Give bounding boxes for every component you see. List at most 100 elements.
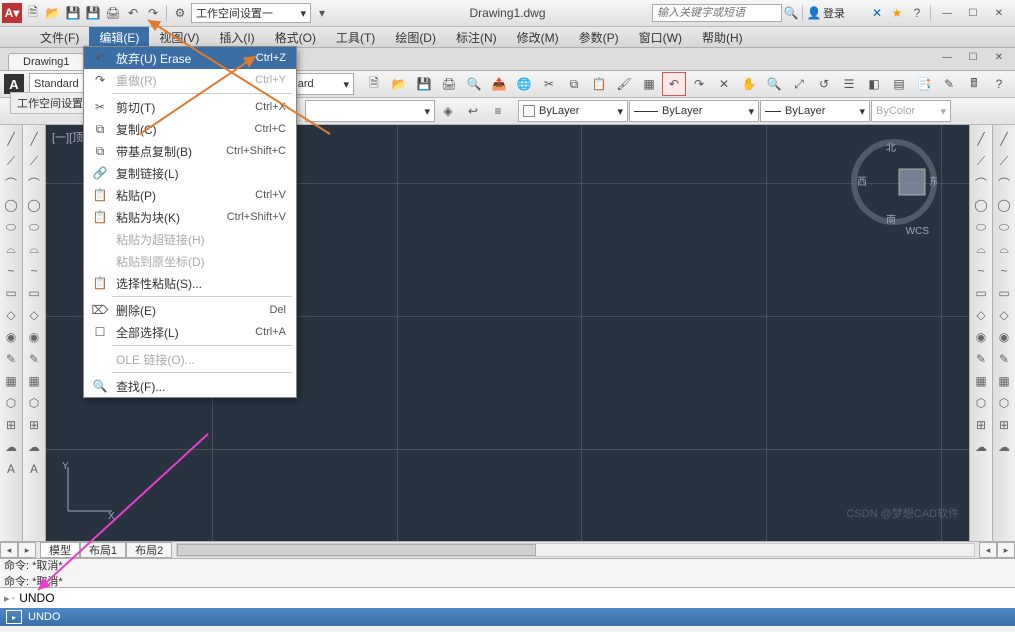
vtl-btn-0[interactable]: ╱ [1,129,21,149]
vtl2-btn-11[interactable]: ▦ [24,371,44,391]
menu-item-13[interactable]: ⌦删除(E)Del [84,299,296,321]
vtr2-btn-8[interactable]: ◇ [994,305,1014,325]
vtr-btn-1[interactable]: ⟋ [971,151,991,171]
vtl2-btn-6[interactable]: ~ [24,261,44,281]
minimize-button[interactable]: — [935,4,959,22]
workspace-gear-icon[interactable]: ⚙ [171,4,189,22]
favorite-icon[interactable]: ★ [888,4,906,22]
vtl2-btn-10[interactable]: ✎ [24,349,44,369]
vtr2-btn-4[interactable]: ⬭ [994,217,1014,237]
hscroll-track[interactable] [176,543,975,557]
redo-tb-icon[interactable]: ↷ [687,72,711,96]
sb-end-right-icon[interactable]: ▸ [997,542,1015,558]
maximize-button[interactable]: ☐ [961,4,985,22]
dc-tb-icon[interactable]: ◧ [862,72,886,96]
vtl-btn-2[interactable]: ⌒ [1,173,21,193]
vtl2-btn-8[interactable]: ◇ [24,305,44,325]
sb-left-icon[interactable]: ◂ [0,542,18,558]
vtr-btn-10[interactable]: ✎ [971,349,991,369]
mdi-min-icon[interactable]: — [935,48,959,66]
help-icon[interactable]: ? [908,4,926,22]
calc-tb-icon[interactable]: 🖩 [962,72,986,96]
plotstyle-combo[interactable]: ByColor▾ [871,100,951,122]
new-tb-icon[interactable]: 🗎 [362,72,386,96]
menu-0[interactable]: 文件(F) [30,27,89,47]
vtl-btn-7[interactable]: ▭ [1,283,21,303]
vtr2-btn-11[interactable]: ▦ [994,371,1014,391]
menu-item-11[interactable]: 📋选择性粘贴(S)... [84,272,296,294]
save-icon[interactable]: 💾 [64,4,82,22]
layout-tab-2[interactable]: 布局2 [126,542,172,558]
menu-3[interactable]: 插入(I) [209,27,264,47]
lineweight-combo[interactable]: ByLayer▾ [760,100,870,122]
vtr-btn-3[interactable]: ◯ [971,195,991,215]
vtr-btn-12[interactable]: ⬡ [971,393,991,413]
view-cube[interactable]: 北 南 西 东 WCS [851,139,937,225]
app-icon[interactable]: A▾ [2,3,22,23]
preview-tb-icon[interactable]: 🔍 [462,72,486,96]
qat-more-icon[interactable]: ▾ [313,4,331,22]
linetype-combo[interactable]: ByLayer▾ [629,100,759,122]
sb-right-icon[interactable]: ▸ [18,542,36,558]
vtr2-btn-12[interactable]: ⬡ [994,393,1014,413]
vtr-btn-5[interactable]: ⌓ [971,239,991,259]
zoomw-tb-icon[interactable]: ⤢ [787,72,811,96]
copy-tb-icon[interactable]: ⧉ [562,72,586,96]
vtl2-btn-7[interactable]: ▭ [24,283,44,303]
vtr2-btn-1[interactable]: ⟋ [994,151,1014,171]
sb-end-left-icon[interactable]: ◂ [979,542,997,558]
layout-tab-1[interactable]: 布局1 [80,542,126,558]
menu-6[interactable]: 绘图(D) [385,27,446,47]
publish-tb-icon[interactable]: 📤 [487,72,511,96]
undo-icon[interactable]: ↶ [124,4,142,22]
exchange-icon[interactable]: ✕ [868,4,886,22]
help-tb-icon[interactable]: ? [987,72,1011,96]
vtr2-btn-13[interactable]: ⊞ [994,415,1014,435]
vtr-btn-14[interactable]: ☁ [971,437,991,457]
menu-item-18[interactable]: 🔍查找(F)... [84,375,296,397]
saveas-icon[interactable]: 💾 [84,4,102,22]
vtl2-btn-3[interactable]: ◯ [24,195,44,215]
vtl2-btn-15[interactable]: A [24,459,44,479]
cut-tb-icon[interactable]: ✂ [537,72,561,96]
menu-item-14[interactable]: ☐全部选择(L)Ctrl+A [84,321,296,343]
menu-item-0[interactable]: ↶放弃(U) EraseCtrl+Z [84,47,296,69]
command-input[interactable] [15,590,1011,606]
vtr-btn-6[interactable]: ~ [971,261,991,281]
vtr-btn-0[interactable]: ╱ [971,129,991,149]
vtl-btn-6[interactable]: ~ [1,261,21,281]
vtl2-btn-14[interactable]: ☁ [24,437,44,457]
vtr2-btn-5[interactable]: ⌓ [994,239,1014,259]
mdi-max-icon[interactable]: ☐ [961,48,985,66]
zoomp-tb-icon[interactable]: ↺ [812,72,836,96]
vtr-btn-7[interactable]: ▭ [971,283,991,303]
vtl-btn-13[interactable]: ⊞ [1,415,21,435]
hscroll-thumb[interactable] [177,544,536,556]
vtr2-btn-14[interactable]: ☁ [994,437,1014,457]
layer-state-icon[interactable]: ≡ [486,99,510,123]
vtl-btn-10[interactable]: ✎ [1,349,21,369]
vtr2-btn-3[interactable]: ◯ [994,195,1014,215]
menu-5[interactable]: 工具(T) [326,27,385,47]
vtr2-btn-2[interactable]: ⌒ [994,173,1014,193]
layer-iso-icon[interactable]: ◈ [436,99,460,123]
search-input[interactable] [652,4,782,22]
redo-icon[interactable]: ↷ [144,4,162,22]
vtr-btn-9[interactable]: ◉ [971,327,991,347]
menu-item-3[interactable]: ✂剪切(T)Ctrl+X [84,96,296,118]
vtr2-btn-9[interactable]: ◉ [994,327,1014,347]
vtr-btn-4[interactable]: ⬭ [971,217,991,237]
new-icon[interactable]: 🗎 [24,4,42,22]
vtr2-btn-6[interactable]: ~ [994,261,1014,281]
ssm-tb-icon[interactable]: 📑 [912,72,936,96]
layer-filter-combo[interactable]: ▾ [305,100,435,122]
vtl2-btn-2[interactable]: ⌒ [24,173,44,193]
vtr-btn-13[interactable]: ⊞ [971,415,991,435]
vtl2-btn-0[interactable]: ╱ [24,129,44,149]
vtl-btn-9[interactable]: ◉ [1,327,21,347]
3ddwf-tb-icon[interactable]: 🌐 [512,72,536,96]
mdi-close-icon[interactable]: ✕ [987,48,1011,66]
vtl-btn-8[interactable]: ◇ [1,305,21,325]
vtl2-btn-4[interactable]: ⬭ [24,217,44,237]
menu-item-5[interactable]: ⧉带基点复制(B)Ctrl+Shift+C [84,140,296,162]
